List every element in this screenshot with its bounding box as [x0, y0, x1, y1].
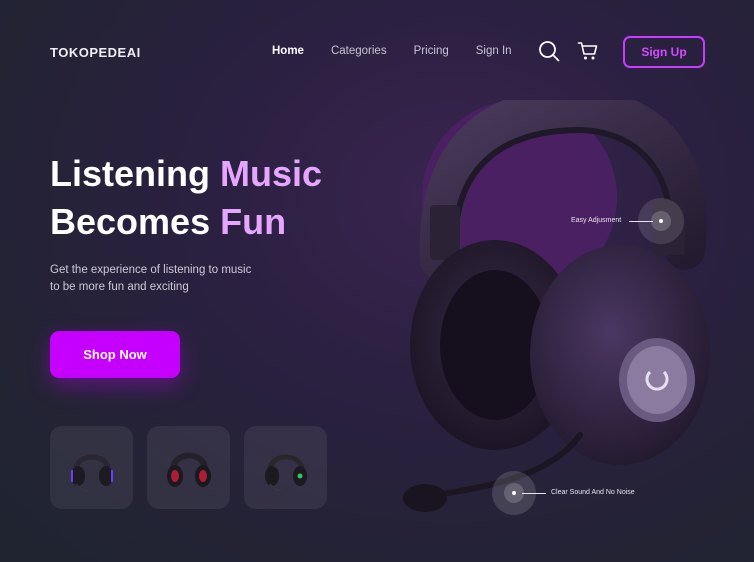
hero-subtitle-line1: Get the experience of listening to music: [50, 264, 252, 276]
product-thumbnail-3[interactable]: [244, 426, 327, 509]
callout-easy-adjustment: Easy Adjusment: [571, 217, 622, 224]
callout-clear-sound: Clear Sound And No Noise: [551, 489, 635, 496]
product-thumbnail-1[interactable]: [50, 426, 133, 509]
hero-title-line2: Becomes: [50, 201, 221, 242]
headphone-icon: [264, 454, 307, 491]
shop-now-button[interactable]: Shop Now: [50, 331, 180, 378]
nav-categories[interactable]: Categories: [331, 45, 387, 57]
headphone-icon: [166, 452, 211, 487]
hero-subtitle-line2: to be more fun and exciting: [50, 281, 189, 293]
nav-sign-in[interactable]: Sign In: [476, 45, 512, 57]
nav-pricing[interactable]: Pricing: [414, 45, 449, 57]
headphone-icon: [70, 454, 113, 491]
brand-logo[interactable]: TOKOPEDEAI: [50, 45, 141, 60]
main-nav: Home Categories Pricing Sign In: [272, 45, 539, 57]
callout-line-top: [629, 221, 653, 222]
callout-line-bottom: [522, 493, 546, 494]
cart-icon[interactable]: [577, 40, 601, 64]
hero-title-accent1: Music: [220, 153, 323, 194]
hero-title: Listening Music Becomes Fun: [50, 150, 322, 246]
hero-title-accent2: Fun: [220, 201, 287, 242]
nav-home[interactable]: Home: [272, 45, 304, 57]
hero-title-line1: Listening: [50, 153, 220, 194]
product-thumbnail-2[interactable]: [147, 426, 230, 509]
search-icon[interactable]: [538, 40, 562, 64]
sign-up-button[interactable]: Sign Up: [623, 36, 705, 68]
hero-subtitle: Get the experience of listening to music…: [50, 262, 280, 296]
headphone-product-image: [403, 100, 710, 512]
